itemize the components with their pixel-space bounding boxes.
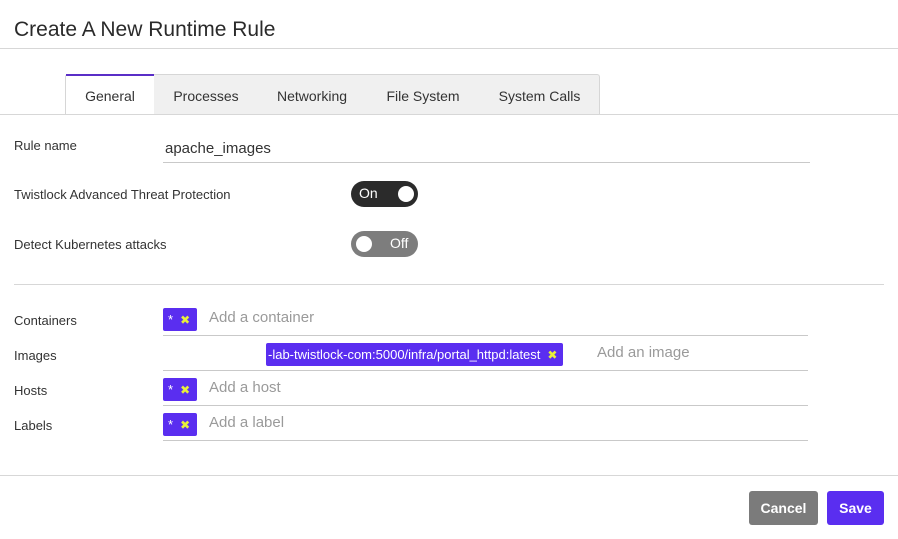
k8s-toggle-state: Off	[390, 235, 409, 251]
remove-icon[interactable]: ✖	[547, 348, 557, 362]
hosts-field[interactable]: * ✖ Add a host	[163, 378, 808, 406]
toggle-knob	[356, 236, 372, 252]
tab-general[interactable]: General	[66, 74, 154, 117]
cancel-button[interactable]: Cancel	[749, 491, 818, 525]
tab-file-system[interactable]: File System	[366, 75, 480, 115]
container-chip-text: *	[168, 312, 174, 327]
rule-name-label: Rule name	[14, 138, 77, 153]
hosts-placeholder[interactable]: Add a host	[209, 379, 281, 396]
containers-label: Containers	[14, 313, 77, 328]
container-chip: * ✖	[163, 308, 197, 331]
containers-placeholder[interactable]: Add a container	[209, 309, 314, 326]
labels-placeholder[interactable]: Add a label	[209, 414, 284, 431]
atp-toggle[interactable]: On	[351, 181, 418, 207]
images-label: Images	[14, 348, 57, 363]
header-divider	[0, 48, 898, 49]
atp-toggle-state: On	[359, 185, 378, 201]
hosts-label: Hosts	[14, 383, 48, 398]
label-chip-text: *	[168, 417, 174, 432]
rule-name-input[interactable]	[163, 134, 810, 163]
tab-bar: General Processes Networking File System…	[65, 74, 600, 117]
tab-processes[interactable]: Processes	[154, 75, 258, 115]
image-chip: -lab-twistlock-com:5000/infra/portal_htt…	[266, 343, 564, 366]
dialog-title: Create A New Runtime Rule	[14, 18, 276, 41]
save-button[interactable]: Save	[827, 491, 884, 525]
toggle-knob	[398, 186, 414, 202]
labels-field[interactable]: * ✖ Add a label	[163, 413, 808, 441]
tab-networking[interactable]: Networking	[258, 75, 366, 115]
footer-divider	[0, 475, 898, 476]
containers-field[interactable]: * ✖ Add a container	[163, 308, 808, 336]
host-chip: * ✖	[163, 378, 197, 401]
remove-icon[interactable]: ✖	[180, 383, 190, 397]
tabs-divider	[0, 114, 898, 115]
atp-label: Twistlock Advanced Threat Protection	[14, 187, 231, 202]
tab-system-calls[interactable]: System Calls	[480, 75, 599, 115]
k8s-toggle[interactable]: Off	[351, 231, 418, 257]
section-divider	[14, 284, 884, 285]
labels-label: Labels	[14, 418, 53, 433]
remove-icon[interactable]: ✖	[180, 313, 190, 327]
images-placeholder[interactable]: Add an image	[597, 344, 690, 361]
k8s-label: Detect Kubernetes attacks	[14, 237, 167, 252]
images-field[interactable]: -lab-twistlock-com:5000/infra/portal_htt…	[163, 343, 808, 371]
image-chip-text: -lab-twistlock-com:5000/infra/portal_htt…	[268, 347, 541, 362]
host-chip-text: *	[168, 382, 174, 397]
label-chip: * ✖	[163, 413, 197, 436]
remove-icon[interactable]: ✖	[180, 418, 190, 432]
